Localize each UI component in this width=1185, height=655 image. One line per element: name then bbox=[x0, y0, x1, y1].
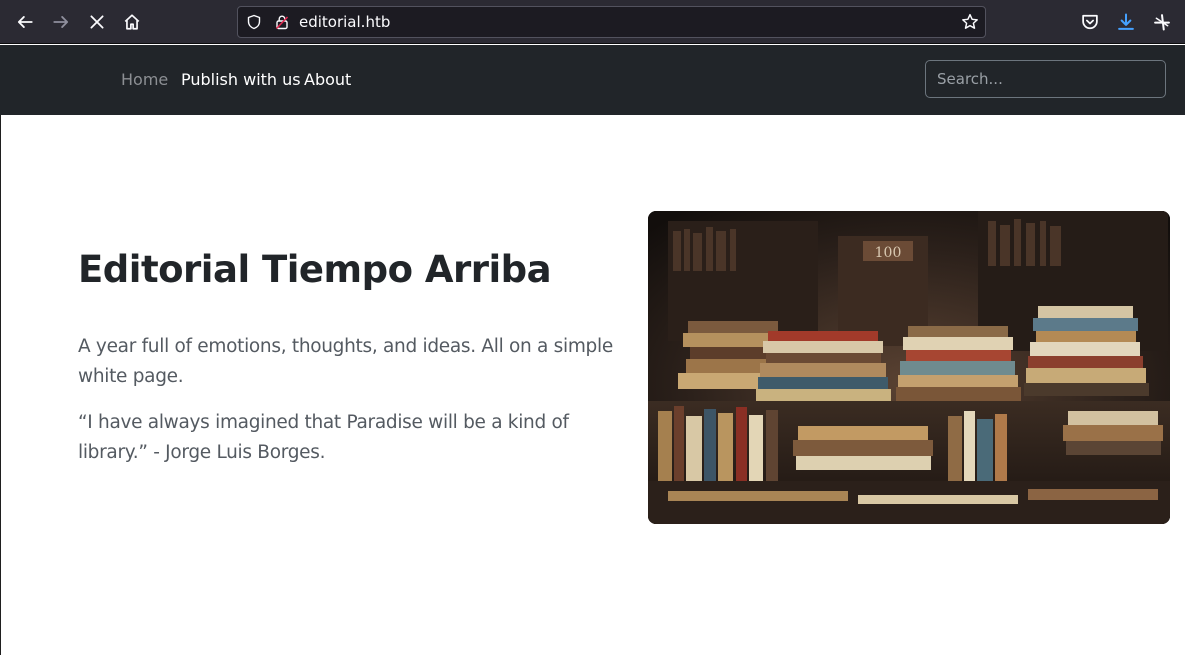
site-navbar: Home Publish with us About bbox=[0, 45, 1185, 115]
forward-icon bbox=[53, 16, 69, 28]
shield-icon[interactable] bbox=[246, 14, 262, 30]
url-text[interactable]: editorial.htb bbox=[299, 13, 390, 31]
download-icon[interactable] bbox=[1116, 12, 1136, 32]
home-button[interactable] bbox=[117, 7, 147, 37]
nav-link-about[interactable]: About bbox=[304, 70, 351, 90]
back-icon bbox=[17, 16, 33, 28]
hero-quote: “I have always imagined that Paradise wi… bbox=[78, 412, 569, 463]
nav-link-publish[interactable]: Publish with us bbox=[181, 70, 301, 90]
url-bar[interactable]: editorial.htb bbox=[237, 6, 986, 38]
stop-button[interactable] bbox=[82, 7, 112, 37]
hero-title: Editorial Tiempo Arriba bbox=[78, 248, 552, 291]
svg-text:100: 100 bbox=[875, 245, 902, 261]
pocket-icon[interactable] bbox=[1080, 12, 1100, 32]
stop-loading-icon bbox=[90, 15, 104, 29]
hero-books-image: 100 bbox=[648, 211, 1170, 524]
nav-link-home[interactable]: Home bbox=[121, 70, 168, 90]
hero-paragraph: A year full of emotions, thoughts, and i… bbox=[78, 336, 613, 387]
back-button[interactable] bbox=[10, 7, 40, 37]
books-illustration: 100 bbox=[648, 211, 1170, 524]
search-input[interactable] bbox=[925, 60, 1166, 98]
home-icon bbox=[124, 14, 140, 30]
forward-button[interactable] bbox=[46, 7, 76, 37]
bookmark-star-icon[interactable] bbox=[961, 13, 979, 31]
browser-toolbar: editorial.htb bbox=[0, 0, 1185, 44]
page-left-border bbox=[0, 115, 1, 655]
extension-icon[interactable] bbox=[1152, 12, 1172, 32]
lock-icon[interactable] bbox=[274, 14, 290, 30]
